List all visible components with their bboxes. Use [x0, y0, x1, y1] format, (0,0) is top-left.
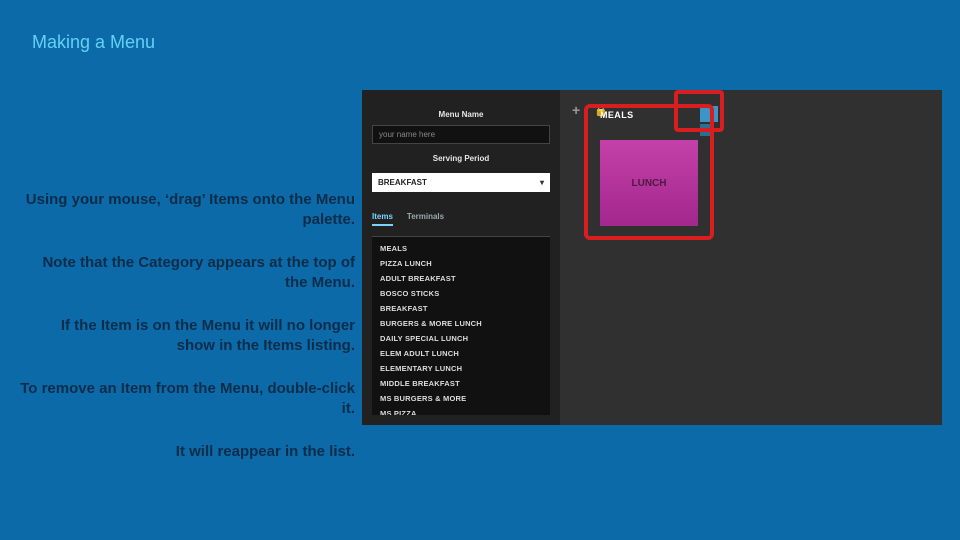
list-item[interactable]: ELEMENTARY LUNCH: [372, 361, 550, 376]
slide-title: Making a Menu: [32, 32, 155, 53]
list-item[interactable]: MIDDLE BREAKFAST: [372, 376, 550, 391]
serving-period-label: Serving Period: [372, 154, 550, 163]
plus-icon[interactable]: +: [572, 102, 580, 118]
list-item[interactable]: ELEM ADULT LUNCH: [372, 346, 550, 361]
app-screenshot-frame: Menu Name your name here Serving Period …: [362, 90, 942, 425]
list-item[interactable]: BOSCO STICKS: [372, 286, 550, 301]
instruction-para: Using your mouse, ‘drag’ Items onto the …: [20, 190, 355, 229]
tab-terminals[interactable]: Terminals: [407, 212, 444, 226]
list-item[interactable]: DAILY SPECIAL LUNCH: [372, 331, 550, 346]
app-left-panel: Menu Name your name here Serving Period …: [362, 90, 560, 425]
list-item[interactable]: MS BURGERS & MORE: [372, 391, 550, 406]
serving-period-value: BREAKFAST: [378, 178, 427, 187]
list-item[interactable]: PIZZA LUNCH: [372, 256, 550, 271]
menu-name-label: Menu Name: [372, 110, 550, 119]
chevron-down-icon: ▾: [540, 178, 544, 187]
instruction-left-column: Using your mouse, ‘drag’ Items onto the …: [20, 190, 355, 486]
app-menu-palette[interactable]: + 🔒 MEALS LUNCH: [560, 90, 942, 425]
list-item[interactable]: BURGERS & MORE LUNCH: [372, 316, 550, 331]
menu-name-input[interactable]: your name here: [372, 125, 550, 144]
items-list: MEALS PIZZA LUNCH ADULT BREAKFAST BOSCO …: [372, 236, 550, 415]
list-item[interactable]: BREAKFAST: [372, 301, 550, 316]
instruction-para: To remove an Item from the Menu, double-…: [20, 379, 355, 418]
instruction-para: Note that the Category appears at the to…: [20, 253, 355, 292]
instruction-para: If the Item is on the Menu it will no lo…: [20, 316, 355, 355]
serving-period-select[interactable]: BREAKFAST ▾: [372, 173, 550, 192]
items-terminals-tabs: Items Terminals: [372, 212, 550, 226]
list-item[interactable]: MEALS: [372, 241, 550, 256]
callout-outline-small: [674, 90, 724, 132]
list-item[interactable]: MS PIZZA: [372, 406, 550, 415]
instruction-para: It will reappear in the list.: [20, 442, 355, 462]
list-item[interactable]: ADULT BREAKFAST: [372, 271, 550, 286]
tab-items[interactable]: Items: [372, 212, 393, 226]
